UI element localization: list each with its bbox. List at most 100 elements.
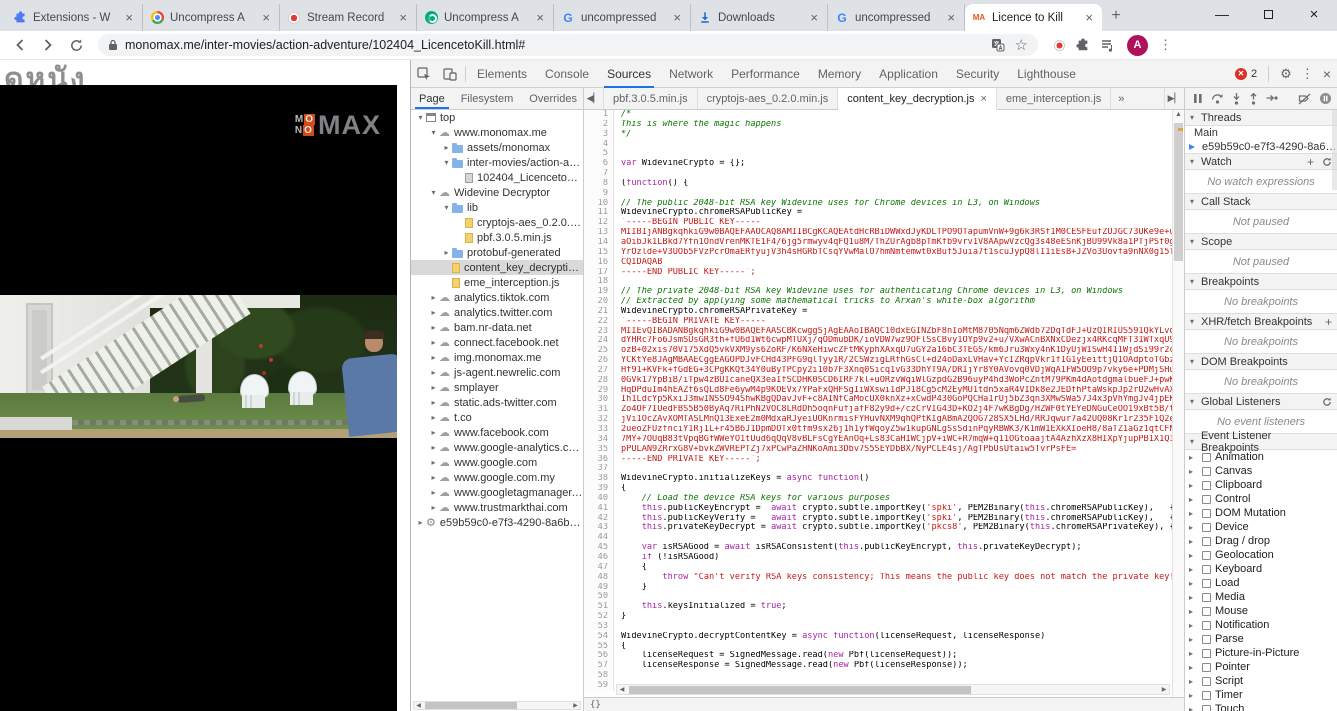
expander-icon[interactable]: ▸ — [1189, 705, 1198, 711]
tab-close-icon[interactable]: × — [808, 11, 820, 24]
checkbox[interactable] — [1202, 578, 1211, 588]
browser-tab-7[interactable]: Guncompressed × — [828, 4, 965, 31]
tree-item[interactable]: ▸ ☁ static.ads-twitter.com — [411, 395, 583, 410]
tree-item[interactable]: pbf.3.0.5.min.js — [411, 230, 583, 245]
tree-item[interactable]: ▸ assets/monomax — [411, 140, 583, 155]
tree-item[interactable]: ▸ ☁ www.googletagmanager.com — [411, 485, 583, 500]
checkbox[interactable] — [1202, 620, 1211, 630]
checkbox[interactable] — [1202, 508, 1211, 518]
add-icon[interactable]: + — [1325, 316, 1332, 328]
devtools-tab-security[interactable]: Security — [947, 60, 1008, 88]
event-category-script[interactable]: ▸ Script — [1185, 674, 1337, 688]
scroll-left-icon[interactable]: ◀ — [617, 686, 627, 693]
expander-icon[interactable]: ▸ — [1189, 495, 1198, 504]
devtools-tab-lighthouse[interactable]: Lighthouse — [1008, 60, 1085, 88]
tree-item[interactable]: ▸ ☁ www.facebook.com — [411, 425, 583, 440]
browser-tab-8[interactable]: MA Licence to Kill × — [965, 4, 1102, 31]
tab-close-icon[interactable]: × — [671, 11, 683, 24]
tree-item[interactable]: ▾ ☁ Widevine Decryptor — [411, 185, 583, 200]
pretty-print-icon[interactable]: {} — [590, 700, 601, 710]
translate-icon[interactable] — [991, 38, 1005, 52]
refresh-icon[interactable] — [1322, 157, 1332, 167]
checkbox[interactable] — [1202, 522, 1211, 532]
section-header-dom-breakpoints[interactable]: ▾ DOM Breakpoints — [1185, 353, 1337, 370]
checkbox[interactable] — [1202, 550, 1211, 560]
event-category-keyboard[interactable]: ▸ Keyboard — [1185, 562, 1337, 576]
browser-tab-6[interactable]: Downloads × — [691, 4, 828, 31]
expander-closed-icon[interactable]: ▸ — [428, 323, 439, 332]
checkbox[interactable] — [1202, 704, 1211, 711]
expander-icon[interactable]: ▸ — [1189, 607, 1198, 616]
tab-close-icon[interactable]: × — [260, 11, 272, 24]
tree-item[interactable]: ▸ ☁ connect.facebook.net — [411, 335, 583, 350]
editor-more-tabs[interactable]: » — [1111, 88, 1131, 109]
url-text[interactable]: monomax.me/inter-movies/action-adventure… — [125, 38, 525, 52]
navigator-tab-page[interactable]: Page — [411, 88, 453, 109]
browser-tab-4[interactable]: Uncompress A × — [417, 4, 554, 31]
checkbox[interactable] — [1202, 606, 1211, 616]
expander-icon[interactable]: ▸ — [1189, 593, 1198, 602]
devtools-close-icon[interactable]: × — [1323, 66, 1331, 82]
checkbox[interactable] — [1202, 452, 1211, 462]
device-toolbar-icon[interactable] — [437, 61, 463, 87]
tree-item[interactable]: ▾ top — [411, 110, 583, 125]
stream-recorder-extension-icon[interactable] — [1054, 39, 1065, 51]
browser-menu-icon[interactable]: ⋮ — [1159, 37, 1172, 53]
devtools-tab-network[interactable]: Network — [660, 60, 722, 88]
new-tab-button[interactable]: + — [1102, 2, 1130, 30]
scrollbar-thumb[interactable] — [629, 685, 972, 694]
checkbox[interactable] — [1202, 648, 1211, 658]
editor-vertical-scrollbar[interactable]: ▲ — [1172, 110, 1184, 697]
navigator-tab-filesystem[interactable]: Filesystem — [453, 88, 522, 109]
expander-open-icon[interactable]: ▾ — [441, 158, 452, 167]
expander-open-icon[interactable]: ▾ — [428, 128, 439, 137]
event-category-device[interactable]: ▸ Device — [1185, 520, 1337, 534]
expander-closed-icon[interactable]: ▸ — [428, 428, 439, 437]
file-tab-eme_interception.js[interactable]: eme_interception.js — [997, 88, 1112, 109]
section-header-watch[interactable]: ▾ Watch + — [1185, 153, 1337, 170]
playlist-icon[interactable] — [1101, 39, 1116, 52]
scroll-left-icon[interactable]: ◀ — [414, 702, 423, 709]
devtools-menu-icon[interactable]: ⋮ — [1301, 66, 1314, 82]
checkbox[interactable] — [1202, 564, 1211, 574]
expander-closed-icon[interactable]: ▸ — [415, 518, 426, 527]
checkbox[interactable] — [1202, 480, 1211, 490]
tree-item[interactable]: ▾ ☁ www.monomax.me — [411, 125, 583, 140]
thread-item[interactable]: Main — [1185, 126, 1337, 140]
expander-closed-icon[interactable]: ▸ — [428, 383, 439, 392]
event-category-notification[interactable]: ▸ Notification — [1185, 618, 1337, 632]
browser-tab-1[interactable]: Extensions - W × — [6, 4, 143, 31]
scroll-up-icon[interactable]: ▲ — [1173, 111, 1184, 118]
expander-closed-icon[interactable]: ▸ — [428, 488, 439, 497]
tree-item[interactable]: ▸ ☁ www.google.com.my — [411, 470, 583, 485]
tree-item[interactable]: ▸ ☁ www.google-analytics.com — [411, 440, 583, 455]
error-badge[interactable]: ✕ 2 — [1235, 67, 1257, 80]
expander-closed-icon[interactable]: ▸ — [428, 338, 439, 347]
tab-close-icon[interactable]: × — [123, 11, 135, 24]
checkbox[interactable] — [1202, 676, 1211, 686]
expander-icon[interactable]: ▸ — [1189, 635, 1198, 644]
back-button[interactable] — [8, 33, 32, 57]
deactivate-breakpoints-icon[interactable] — [1298, 93, 1311, 105]
expander-icon[interactable]: ▸ — [1189, 691, 1198, 700]
step-over-icon[interactable] — [1211, 93, 1224, 104]
expander-icon[interactable]: ▸ — [1189, 565, 1198, 574]
forward-button[interactable] — [36, 33, 60, 57]
scroll-right-icon[interactable]: ▶ — [571, 702, 580, 709]
expander-icon[interactable]: ▸ — [1189, 509, 1198, 518]
pause-on-exceptions-icon[interactable] — [1319, 92, 1332, 105]
checkbox[interactable] — [1202, 536, 1211, 546]
thread-item[interactable]: e59b59c0-e7f3-4290-8a6b-f20a3b2a36f — [1185, 140, 1337, 154]
expander-icon[interactable]: ▸ — [1189, 649, 1198, 658]
tree-item[interactable]: ▾ lib — [411, 200, 583, 215]
checkbox[interactable] — [1202, 634, 1211, 644]
file-tab-cryptojs-aes_0.2.0.min.js[interactable]: cryptojs-aes_0.2.0.min.js — [698, 88, 839, 109]
sidebar-scrollbar[interactable] — [1332, 110, 1337, 190]
devtools-tab-elements[interactable]: Elements — [468, 60, 536, 88]
tab-close-icon[interactable]: × — [397, 11, 409, 24]
maximize-button[interactable] — [1245, 0, 1291, 28]
bookmark-star-icon[interactable]: ☆ — [1015, 38, 1028, 53]
step-out-icon[interactable] — [1249, 92, 1258, 105]
tree-item[interactable]: ▸ ☁ smplayer — [411, 380, 583, 395]
tree-item[interactable]: ▸ ☁ analytics.twitter.com — [411, 305, 583, 320]
